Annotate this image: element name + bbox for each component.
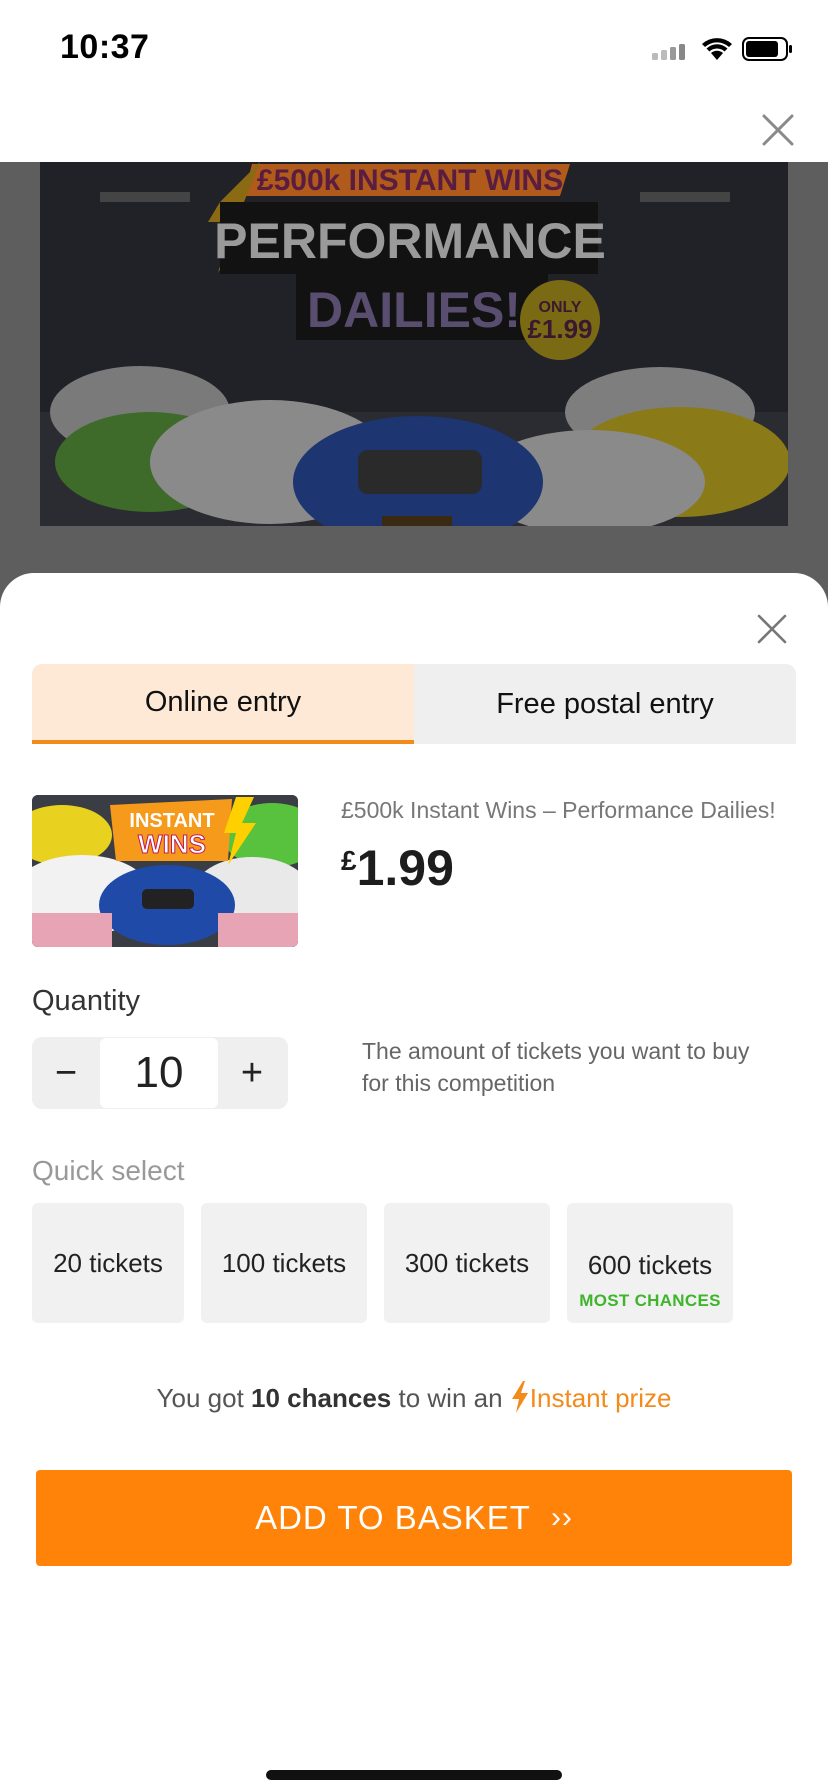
thumbnail-text-line2: WINS — [138, 829, 206, 859]
add-to-basket-label: ADD TO BASKET — [255, 1499, 531, 1536]
quantity-stepper: − 10 + — [32, 1037, 288, 1109]
product-summary: INSTANT WINS £500k Instant Wins – Perfor… — [32, 789, 796, 947]
chances-prefix: You got — [156, 1383, 244, 1413]
product-price: £1.99 — [341, 839, 454, 897]
quick-select-label-600: 600 tickets — [587, 1250, 713, 1280]
chances-summary: You got 10 chances to win an Instant pri… — [0, 1381, 828, 1416]
increment-button[interactable]: + — [218, 1037, 286, 1109]
quick-select-600-tickets[interactable]: 600 tickets MOST CHANCES — [567, 1203, 733, 1323]
quick-select-300-tickets[interactable]: 300 tickets — [384, 1203, 550, 1323]
hero-title-line1: PERFORMANCE — [214, 213, 606, 269]
home-indicator — [266, 1770, 562, 1780]
quantity-input[interactable]: 10 — [100, 1038, 218, 1108]
quantity-help-text: The amount of tickets you want to buy fo… — [362, 1038, 750, 1096]
add-to-basket-button[interactable]: ADD TO BASKET ›› — [36, 1470, 792, 1566]
entry-bottom-sheet: Online entry Free postal entry INSTANT W… — [0, 573, 828, 1792]
decrement-button[interactable]: − — [32, 1037, 100, 1109]
entry-tabs: Online entry Free postal entry — [32, 664, 796, 744]
chances-count: 10 chances — [251, 1383, 392, 1413]
hero-title-line2: DAILIES! — [307, 282, 521, 338]
product-thumbnail: INSTANT WINS — [32, 795, 298, 947]
battery-icon — [742, 37, 792, 61]
chances-middle: to win an — [398, 1383, 503, 1413]
price-currency: £ — [341, 845, 357, 876]
status-bar: 10:37 — [0, 0, 828, 100]
quick-select-100-tickets[interactable]: 100 tickets — [201, 1203, 367, 1323]
competition-hero-image: £500k INSTANT WINS PERFORMANCE DAILIES! … — [40, 162, 788, 526]
quick-select-label-20: 20 tickets — [53, 1247, 163, 1278]
wifi-icon — [702, 38, 732, 60]
close-icon[interactable] — [754, 611, 790, 647]
lightning-bolt-icon — [511, 1381, 528, 1414]
price-value: 1.99 — [356, 840, 454, 896]
quick-select-label-100: 100 tickets — [221, 1247, 347, 1278]
hero-artwork: £500k INSTANT WINS PERFORMANCE DAILIES! … — [40, 162, 788, 526]
quick-select-label: Quick select — [32, 1155, 185, 1186]
tab-online-entry[interactable]: Online entry — [32, 664, 414, 744]
status-time: 10:37 — [60, 28, 150, 66]
quick-select-20-tickets[interactable]: 20 tickets — [32, 1203, 184, 1323]
product-thumbnail-art: INSTANT WINS — [32, 795, 298, 947]
chevron-right-icon: ›› — [550, 1501, 573, 1534]
product-title: £500k Instant Wins – Performance Dailies… — [341, 797, 776, 823]
most-chances-badge: MOST CHANCES — [579, 1291, 721, 1310]
quick-select-label-300: 300 tickets — [404, 1247, 530, 1278]
quantity-label: Quantity — [32, 985, 140, 1017]
instant-prize-text: Instant prize — [529, 1383, 672, 1413]
cellular-signal-icon — [652, 44, 685, 60]
close-icon[interactable] — [758, 110, 798, 150]
hero-badge-line2: £1.99 — [527, 314, 592, 344]
tab-free-postal-entry[interactable]: Free postal entry — [414, 664, 796, 744]
nav-bar — [0, 100, 828, 162]
hero-banner-text: £500k INSTANT WINS — [257, 164, 563, 197]
